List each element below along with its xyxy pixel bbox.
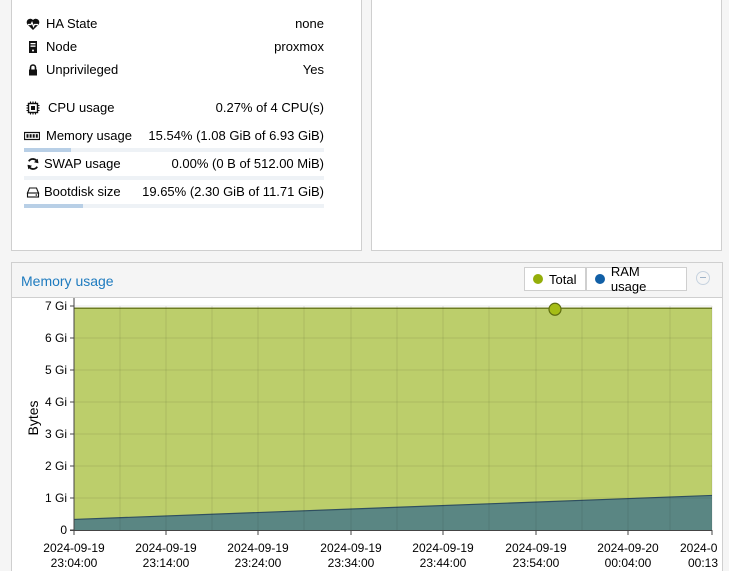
series-total-area [74, 308, 712, 530]
y-tick-label: 7 Gi [45, 299, 67, 313]
y-tick-label: 6 Gi [45, 331, 67, 345]
y-tick-label: 0 [60, 523, 67, 537]
memory-chart: 0 1 Gi 2 Gi 3 Gi 4 Gi 5 Gi 6 Gi 7 Gi Bytes 2024-0… [25, 298, 718, 570]
y-axis-title: Bytes [25, 400, 41, 435]
x-tick-label-time: 00:04:00 [605, 556, 652, 570]
x-tick-label-date: 2024-09-19 [320, 541, 382, 555]
x-tick-label-date: 2024-09-19 [135, 541, 197, 555]
x-tick-label-date: 2024-09-19 [412, 541, 474, 555]
x-tick-label-date: 2024-09-19 [43, 541, 105, 555]
x-tick-label-time: 23:34:00 [328, 556, 375, 570]
x-tick-label-date: 2024-0 [680, 541, 718, 555]
highlight-point-total [548, 302, 562, 316]
x-tick-label-date: 2024-09-19 [227, 541, 289, 555]
x-tick-label-time: 23:04:00 [51, 556, 98, 570]
x-tick-label-time: 23:54:00 [513, 556, 560, 570]
x-tick-label-time: 23:44:00 [420, 556, 467, 570]
x-tick-label-time: 23:14:00 [143, 556, 190, 570]
y-tick-label: 4 Gi [45, 395, 67, 409]
y-tick-label: 2 Gi [45, 459, 67, 473]
x-tick-label-time: 23:24:00 [235, 556, 282, 570]
x-tick-label-date: 2024-09-19 [505, 541, 567, 555]
y-tick-label: 5 Gi [45, 363, 67, 377]
y-tick-label: 3 Gi [45, 427, 67, 441]
y-tick-label: 1 Gi [45, 491, 67, 505]
x-tick-label-date: 2024-09-20 [597, 541, 659, 555]
x-tick-label-time: 00:13 [688, 556, 718, 570]
